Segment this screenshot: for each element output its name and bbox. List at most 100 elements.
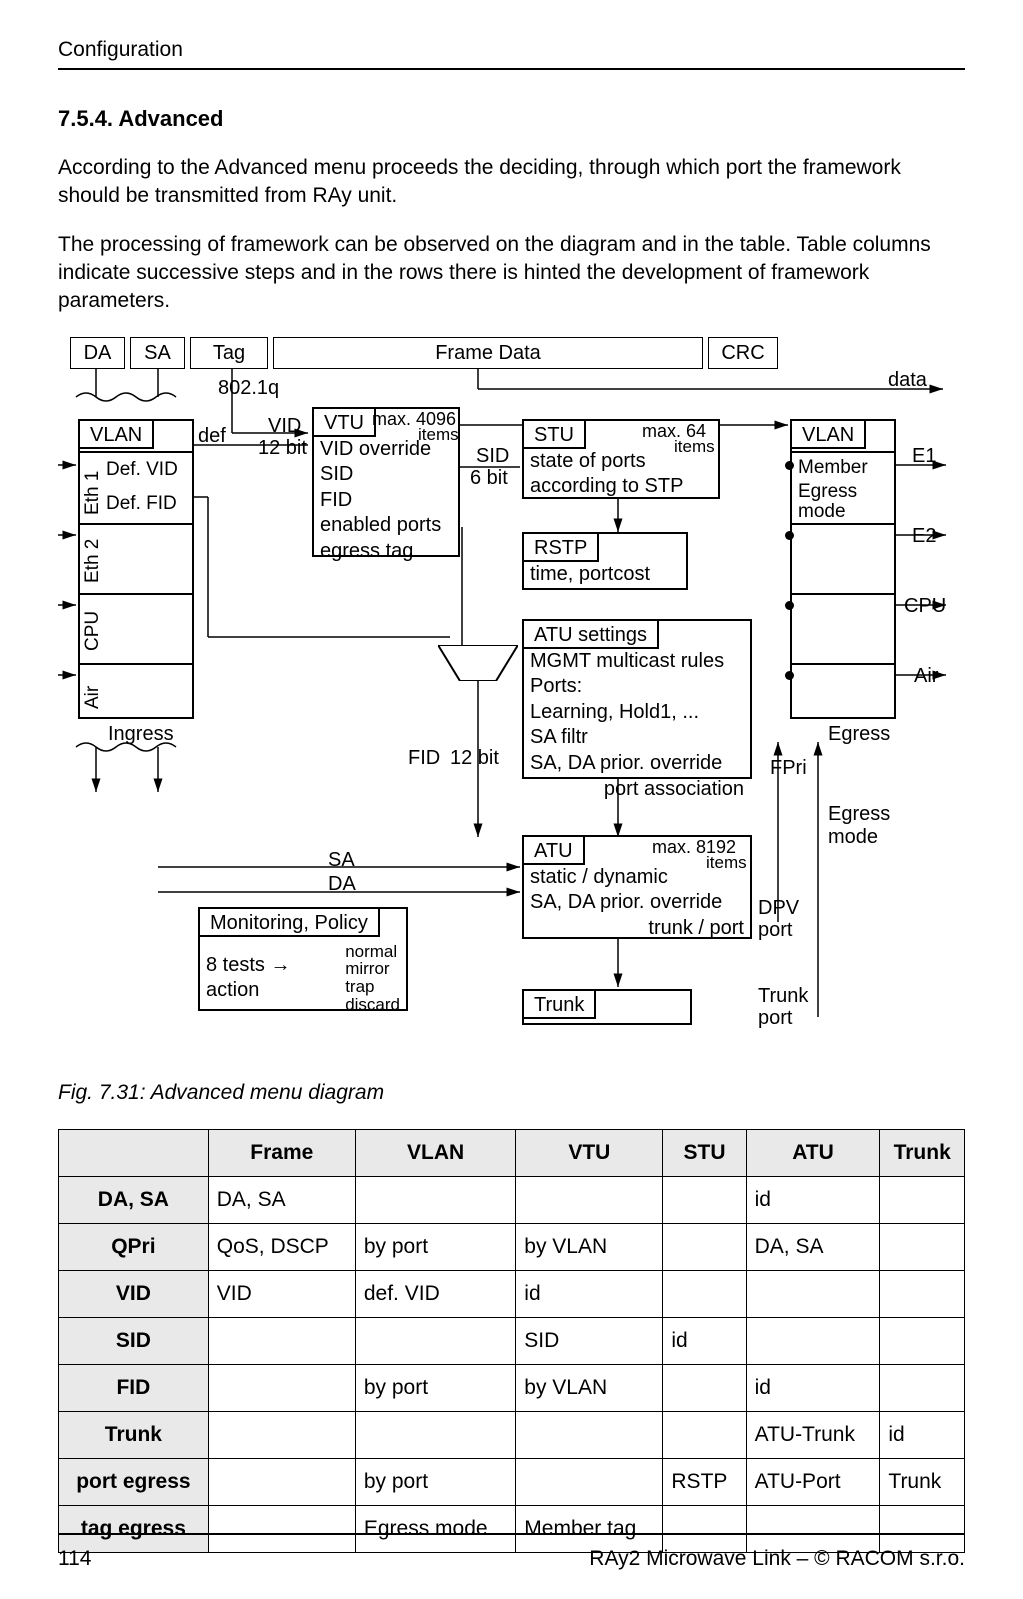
dot-icon (785, 601, 794, 610)
vlan-left-stack: VLAN Eth 1 Def. VID Def. FID Eth 2 CPU A… (78, 419, 194, 719)
table-cell (880, 1176, 965, 1223)
rstp-title: RSTP (522, 532, 599, 562)
label-trunk-port: port (758, 1007, 792, 1030)
rstp-l1: time, portcost (530, 562, 680, 588)
label-e1: E1 (912, 445, 936, 468)
vlan-left-defvid: Def. VID (106, 459, 178, 481)
atu-settings-l4: SA filtr (530, 725, 744, 751)
dot-icon (785, 671, 794, 680)
vlan-left-cpu: CPU (82, 610, 104, 650)
vlan-right-title: VLAN (790, 419, 866, 449)
label-sid-bits: 6 bit (470, 467, 508, 490)
label-8021q: 802.1q (218, 377, 279, 400)
table-cell (355, 1317, 515, 1364)
th-2: VLAN (355, 1129, 515, 1176)
atu-l1: static / dynamic (530, 865, 744, 891)
label-dpv-port: port (758, 919, 792, 942)
th-4: STU (663, 1129, 746, 1176)
vlan-right-mode: mode (798, 501, 846, 523)
monitoring-r4: discard (345, 996, 400, 1014)
label-fid-bits: 12 bit (450, 747, 499, 770)
monitoring-r1: normal (345, 943, 400, 961)
monitoring-r2: mirror (345, 960, 400, 978)
table-cell (663, 1223, 746, 1270)
packet-sa: SA (130, 337, 185, 369)
atu-settings-box: ATU settings MGMT multicast rules Ports:… (522, 619, 752, 779)
table-cell: id (746, 1364, 880, 1411)
packet-da: DA (70, 337, 125, 369)
table-cell (663, 1411, 746, 1458)
atu-settings-l5: SA, DA prior. override (530, 751, 744, 777)
table-cell: by port (355, 1364, 515, 1411)
th-6: Trunk (880, 1129, 965, 1176)
th-5: ATU (746, 1129, 880, 1176)
row-head: DA, SA (59, 1176, 209, 1223)
page-footer: 114 RAy2 Microwave Link – © RACOM s.r.o. (58, 1533, 965, 1571)
table-cell (355, 1176, 515, 1223)
label-vid: VID (268, 415, 301, 438)
table-cell (516, 1458, 663, 1505)
monitoring-left: 8 tests → action (206, 953, 339, 1004)
atu-settings-l2: Ports: (530, 674, 744, 700)
row-head: SID (59, 1317, 209, 1364)
table-cell: by port (355, 1223, 515, 1270)
table-cell: DA, SA (746, 1223, 880, 1270)
table-header-row: Frame VLAN VTU STU ATU Trunk (59, 1129, 965, 1176)
label-trunk: Trunk (758, 985, 808, 1008)
vtu-l3: FID (320, 488, 452, 514)
label-dpv: DPV (758, 897, 799, 920)
vtu-l1: VID override (320, 437, 452, 463)
figure-caption: Fig. 7.31: Advanced menu diagram (58, 1081, 965, 1105)
atu-l3: trunk / port (530, 916, 744, 942)
atu-box: ATU max. 8192 items static / dynamic SA,… (522, 835, 752, 939)
table-cell: Trunk (880, 1458, 965, 1505)
table-cell: RSTP (663, 1458, 746, 1505)
vlan-right-member: Member (798, 457, 868, 479)
dot-icon (785, 531, 794, 540)
monitoring-box: Monitoring, Policy 8 tests → action norm… (198, 907, 408, 1011)
vtu-l4: enabled ports (320, 513, 452, 539)
label-egress: Egress (828, 723, 890, 746)
th-0 (59, 1129, 209, 1176)
intro-para-1: According to the Advanced menu proceeds … (58, 154, 965, 209)
stu-box: STU max. 64 items state of ports accordi… (522, 419, 720, 499)
parameter-table: Frame VLAN VTU STU ATU Trunk DA, SADA, S… (58, 1129, 965, 1553)
running-head: Configuration (58, 38, 965, 62)
row-head: QPri (59, 1223, 209, 1270)
label-data: data (888, 369, 927, 392)
section-title: 7.5.4. Advanced (58, 106, 965, 132)
table-cell (663, 1176, 746, 1223)
monitoring-title: Monitoring, Policy (198, 907, 380, 937)
monitoring-r3: trap (345, 978, 400, 996)
table-cell: DA, SA (208, 1176, 355, 1223)
table-cell: by VLAN (516, 1364, 663, 1411)
advanced-diagram: DA SA Tag Frame Data CRC 802.1q data VID… (58, 337, 965, 1067)
header-rule (58, 68, 965, 70)
label-ingress: Ingress (108, 723, 174, 746)
table-cell (880, 1270, 965, 1317)
packet-tag: Tag (190, 337, 268, 369)
table-cell: ATU-Trunk (746, 1411, 880, 1458)
intro-para-2: The processing of framework can be obser… (58, 231, 965, 314)
table-cell (880, 1317, 965, 1364)
stu-l1: state of ports (530, 449, 712, 475)
row-head: Trunk (59, 1411, 209, 1458)
th-1: Frame (208, 1129, 355, 1176)
table-cell: id (880, 1411, 965, 1458)
label-cpu: CPU (904, 595, 946, 618)
vlan-left-eth2: Eth 2 (82, 538, 104, 582)
trunk-box: Trunk (522, 989, 692, 1025)
table-cell: by port (355, 1458, 515, 1505)
table-cell (663, 1364, 746, 1411)
table-cell: ATU-Port (746, 1458, 880, 1505)
table-row: port egress by port RSTPATU-PortTrunk (59, 1458, 965, 1505)
atu-title: ATU (522, 835, 585, 865)
table-row: DA, SADA, SAid (59, 1176, 965, 1223)
row-head: port egress (59, 1458, 209, 1505)
vlan-left-eth1: Eth 1 (82, 470, 104, 514)
table-cell: SID (516, 1317, 663, 1364)
rstp-box: RSTP time, portcost (522, 532, 688, 590)
row-head: FID (59, 1364, 209, 1411)
table-cell: by VLAN (516, 1223, 663, 1270)
trunk-title: Trunk (522, 989, 596, 1019)
